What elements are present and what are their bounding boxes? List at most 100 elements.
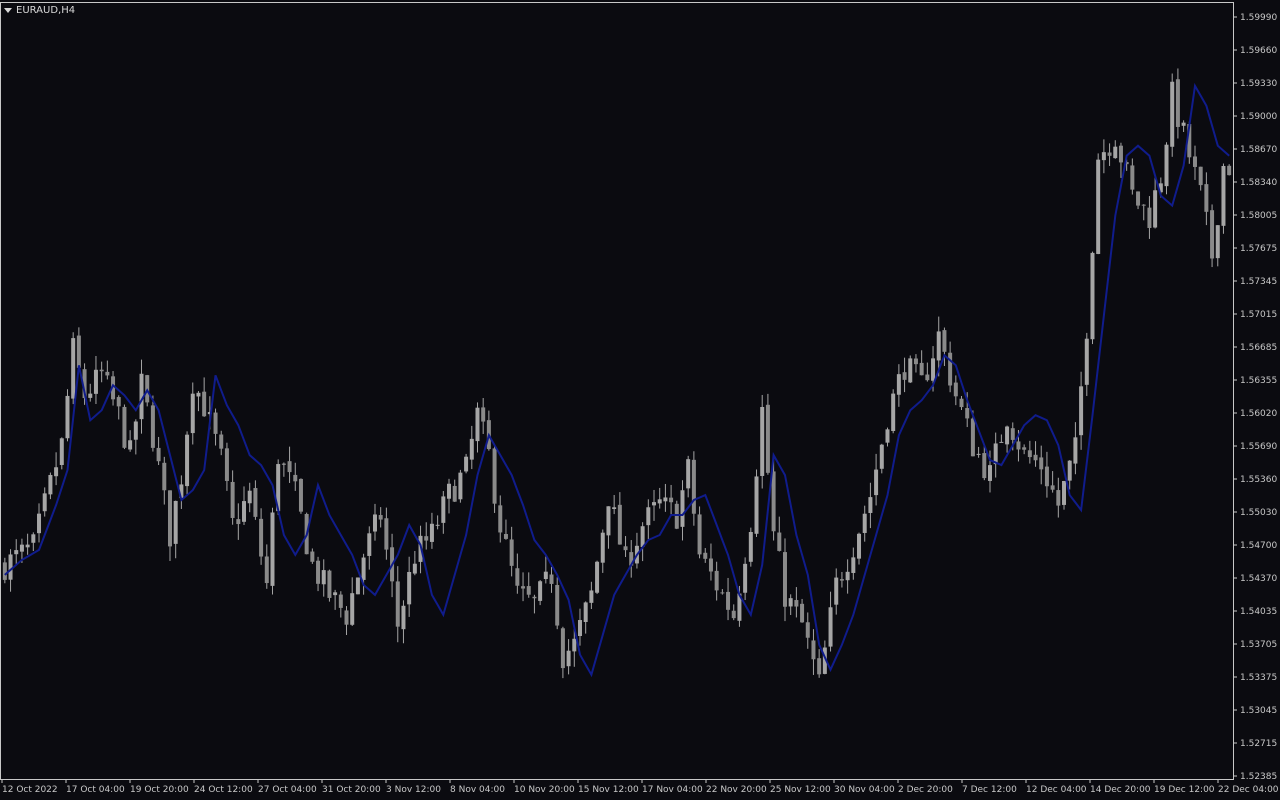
- candle-body: [896, 374, 901, 395]
- candle-body: [1039, 457, 1044, 470]
- candle-body: [481, 407, 486, 422]
- candle: [765, 393, 770, 475]
- candle: [634, 532, 639, 569]
- candle-body: [589, 590, 594, 603]
- candle: [1101, 139, 1106, 174]
- candle-body: [424, 536, 429, 541]
- candle: [1073, 422, 1078, 475]
- candle-body: [771, 471, 776, 532]
- candle-body: [1010, 428, 1015, 440]
- candle: [691, 451, 696, 526]
- candle-body: [270, 512, 275, 586]
- candle-body: [959, 398, 964, 408]
- candle-body: [583, 602, 588, 622]
- candle: [782, 538, 787, 622]
- candle: [481, 398, 486, 434]
- candle: [845, 559, 850, 594]
- candle-body: [1067, 460, 1072, 481]
- candle-body: [765, 404, 770, 473]
- candle: [281, 462, 286, 477]
- candle: [270, 507, 275, 595]
- candle-body: [1033, 454, 1038, 461]
- candle: [429, 512, 434, 549]
- candle: [378, 507, 383, 528]
- candle-body: [555, 584, 560, 626]
- chevron-down-icon[interactable]: [4, 8, 12, 13]
- price-axis[interactable]: 1.59990 1.59660 1.59330 1.59000 1.58670 1.583…: [1234, 13, 1277, 782]
- candle: [173, 500, 178, 559]
- candle-body: [600, 532, 605, 563]
- candle-body: [429, 523, 434, 542]
- candle: [657, 487, 662, 509]
- candle: [646, 499, 651, 539]
- candle: [851, 547, 856, 580]
- candle: [1164, 142, 1169, 195]
- candle-body: [54, 467, 59, 477]
- candle-body: [1118, 145, 1123, 163]
- candle-body: [1221, 165, 1226, 226]
- candle-body: [242, 501, 247, 522]
- price-tick-label: 1.53705: [1240, 640, 1277, 650]
- candle-body: [919, 362, 924, 376]
- candle-body: [1136, 191, 1141, 206]
- candle: [669, 484, 674, 516]
- candle-body: [606, 506, 611, 536]
- candle-body: [640, 526, 645, 548]
- candle: [333, 589, 338, 610]
- candle-body: [646, 507, 651, 526]
- candle: [1130, 158, 1135, 195]
- candle-body: [1141, 204, 1146, 206]
- candle-body: [862, 513, 867, 533]
- candle: [714, 561, 719, 601]
- time-axis[interactable]: 12 Oct 2022 17 Oct 04:00 19 Oct 20:00 24 Oc…: [1, 779, 1279, 795]
- candle: [116, 395, 121, 420]
- candle-body: [492, 448, 497, 504]
- time-tick-label: 17 Oct 04:00: [66, 785, 125, 795]
- candle: [65, 389, 70, 442]
- candle-body: [327, 570, 332, 598]
- candle-body: [264, 556, 269, 584]
- candle: [76, 327, 81, 371]
- candle: [224, 442, 229, 491]
- candle: [253, 480, 258, 520]
- candle-body: [59, 438, 64, 465]
- candle-body: [37, 513, 42, 534]
- candle-body: [874, 469, 879, 496]
- time-tick-label: 24 Oct 12:00: [194, 785, 253, 795]
- price-tick-label: 1.56020: [1240, 409, 1277, 419]
- candle-body: [185, 434, 190, 487]
- candle: [264, 544, 269, 589]
- candle-body: [458, 472, 463, 500]
- candle: [902, 357, 907, 393]
- candle-body: [122, 406, 127, 448]
- candle-body: [691, 459, 696, 514]
- candle-body: [253, 488, 258, 517]
- symbol-label: EURAUD,H4: [16, 4, 76, 16]
- candle: [99, 361, 104, 383]
- candle-body: [891, 393, 896, 432]
- time-tick-label: 22 Dec 04:00: [1218, 785, 1279, 795]
- candles-layer: [2, 68, 1232, 679]
- price-tick-label: 1.55690: [1240, 442, 1277, 452]
- candle-body: [503, 534, 508, 539]
- price-chart[interactable]: 1.59990 1.59660 1.59330 1.59000 1.58670 1.583…: [0, 0, 1280, 800]
- candle: [1227, 164, 1232, 176]
- candle: [560, 626, 565, 679]
- candle: [1062, 480, 1067, 510]
- candle-body: [1107, 152, 1112, 156]
- symbol-header[interactable]: EURAUD,H4: [4, 3, 75, 17]
- candle: [777, 516, 782, 552]
- candle: [1210, 204, 1215, 268]
- candle: [133, 419, 138, 455]
- candle: [566, 639, 571, 675]
- candle: [697, 506, 702, 559]
- candle-body: [560, 628, 565, 669]
- candle-body: [1153, 190, 1158, 228]
- candle-body: [344, 610, 349, 625]
- candle: [259, 508, 264, 565]
- candle: [492, 444, 497, 513]
- candle-body: [19, 544, 24, 552]
- chart-window[interactable]: 1.59990 1.59660 1.59330 1.59000 1.58670 1.583…: [0, 0, 1280, 800]
- price-tick-label: 1.54370: [1240, 574, 1277, 584]
- candle: [754, 469, 759, 537]
